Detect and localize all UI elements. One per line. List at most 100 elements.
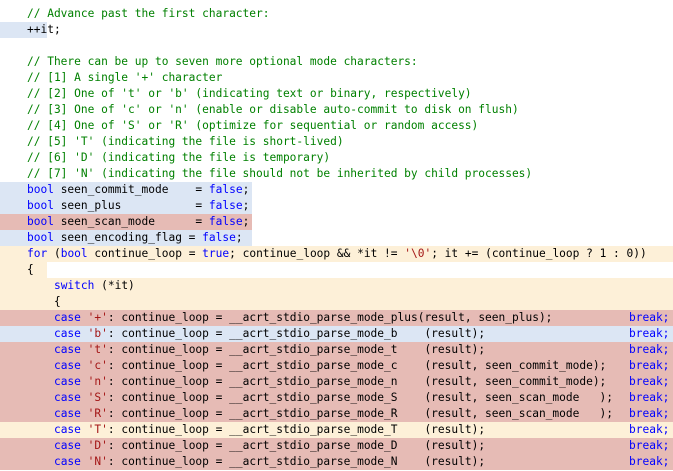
code-text: case 't': continue_loop = __acrt_stdio_p… (27, 342, 485, 358)
code-text: // Advance past the first character: (27, 6, 269, 22)
code-text: case 'T': continue_loop = __acrt_stdio_p… (27, 422, 485, 438)
token-default (81, 375, 88, 388)
code-line: // [1] A single '+' character (0, 70, 673, 86)
token-string: 't' (87, 343, 108, 356)
token-default: : continue_loop = __acrt_stdio_parse_mod… (107, 439, 486, 452)
token-default: ; (242, 199, 250, 212)
token-keyword: bool (27, 215, 54, 228)
code-text: case '+': continue_loop = __acrt_stdio_p… (27, 310, 552, 326)
token-comment: // [4] One of 'S' or 'R' (optimize for s… (27, 119, 479, 132)
token-keyword: case (53, 391, 81, 404)
break-keyword: break; (629, 407, 670, 420)
token-keyword: bool (60, 247, 88, 260)
token-keyword: case (53, 439, 81, 452)
token-comment: // Advance past the first character: (27, 7, 270, 20)
code-text: case 'D': continue_loop = __acrt_stdio_p… (27, 438, 485, 454)
code-text: bool seen_scan_mode = false; (27, 214, 249, 230)
token-keyword: case (53, 359, 81, 372)
token-keyword: switch (53, 279, 95, 292)
token-default (81, 359, 88, 372)
token-keyword: case (53, 343, 81, 356)
code-line: // [4] One of 'S' or 'R' (optimize for s… (0, 118, 673, 134)
token-default (27, 391, 54, 404)
code-line: case 'b': continue_loop = __acrt_stdio_p… (0, 326, 673, 342)
token-comment: // [6] 'D' (indicating the file is tempo… (27, 151, 331, 164)
code-text: // [1] A single '+' character (27, 70, 222, 86)
token-keyword: false (202, 231, 236, 244)
token-string: 'N' (87, 455, 108, 468)
token-keyword: false (208, 199, 243, 212)
token-default: : continue_loop = __acrt_stdio_parse_mod… (107, 391, 614, 404)
code-line: case '+': continue_loop = __acrt_stdio_p… (0, 310, 673, 326)
code-line: bool seen_encoding_flag = false; (0, 230, 673, 246)
token-string: 'R' (87, 407, 108, 420)
token-default (81, 423, 88, 436)
code-line: case 'N': continue_loop = __acrt_stdio_p… (0, 454, 673, 470)
break-keyword: break; (629, 343, 670, 356)
token-keyword: true (202, 247, 230, 260)
token-default: ; (242, 183, 250, 196)
break-keyword: break; (629, 327, 670, 340)
token-string: 'c' (87, 359, 108, 372)
token-comment: // [2] One of 't' or 'b' (indicating tex… (27, 87, 472, 100)
code-text: switch (*it) (27, 278, 135, 294)
token-default: seen_scan_mode = (53, 215, 209, 228)
token-default: seen_encoding_flag = (53, 231, 203, 244)
line-highlight (0, 262, 47, 278)
token-default (81, 455, 88, 468)
code-text: // [4] One of 'S' or 'R' (optimize for s… (27, 118, 478, 134)
code-text: // [7] 'N' (indicating the file should n… (27, 166, 532, 182)
token-default (81, 343, 88, 356)
token-default (81, 391, 88, 404)
code-line: bool seen_scan_mode = false; (0, 214, 673, 230)
token-default (27, 439, 54, 452)
code-line: // [3] One of 'c' or 'n' (enable or disa… (0, 102, 673, 118)
token-default: { (27, 263, 34, 276)
token-string: '\0' (404, 247, 432, 260)
code-line: for (bool continue_loop = true; continue… (0, 246, 673, 262)
token-string: 'T' (87, 423, 108, 436)
token-default: ; it += (continue_loop ? 1 : 0)) (431, 247, 647, 260)
code-line: bool seen_plus = false; (0, 198, 673, 214)
code-text: ++it; (27, 22, 61, 38)
token-default (27, 455, 54, 468)
token-string: 'b' (87, 327, 108, 340)
token-keyword: bool (27, 199, 54, 212)
token-default: ++it; (27, 23, 61, 36)
token-keyword: case (53, 375, 81, 388)
token-comment: // [7] 'N' (indicating the file should n… (27, 167, 533, 180)
code-text: // [6] 'D' (indicating the file is tempo… (27, 150, 330, 166)
code-line: case 'D': continue_loop = __acrt_stdio_p… (0, 438, 673, 454)
token-default: : continue_loop = __acrt_stdio_parse_mod… (107, 343, 486, 356)
code-line: case 'T': continue_loop = __acrt_stdio_p… (0, 422, 673, 438)
token-keyword: case (53, 327, 81, 340)
code-line: { (0, 294, 673, 310)
code-text: { (27, 294, 61, 310)
code-editor[interactable]: // Advance past the first character: ++it… (0, 0, 673, 471)
token-keyword: bool (27, 183, 54, 196)
token-comment: // [3] One of 'c' or 'n' (enable or disa… (27, 103, 519, 116)
code-text: bool seen_encoding_flag = false; (27, 230, 243, 246)
code-text: // [3] One of 'c' or 'n' (enable or disa… (27, 102, 519, 118)
code-text: case 'S': continue_loop = __acrt_stdio_p… (27, 390, 613, 406)
token-default: seen_plus = (53, 199, 209, 212)
code-text: bool seen_commit_mode = false; (27, 182, 249, 198)
break-keyword: break; (629, 423, 670, 436)
token-default: ; continue_loop && *it != (229, 247, 405, 260)
token-default (81, 439, 88, 452)
token-comment: // [5] 'T' (indicating the file is short… (27, 135, 344, 148)
token-default (27, 407, 54, 420)
token-string: 'S' (87, 391, 108, 404)
break-keyword: break; (629, 439, 670, 452)
token-default: : continue_loop = __acrt_stdio_parse_mod… (107, 359, 607, 372)
code-text: case 'n': continue_loop = __acrt_stdio_p… (27, 374, 606, 390)
code-text: case 'R': continue_loop = __acrt_stdio_p… (27, 406, 613, 422)
token-default (27, 423, 54, 436)
token-default: { (27, 295, 61, 308)
token-default: : continue_loop = __acrt_stdio_parse_mod… (107, 375, 607, 388)
code-line: // [7] 'N' (indicating the file should n… (0, 166, 673, 182)
code-line: // [2] One of 't' or 'b' (indicating tex… (0, 86, 673, 102)
token-default: : continue_loop = __acrt_stdio_parse_mod… (107, 327, 486, 340)
code-line: case 'c': continue_loop = __acrt_stdio_p… (0, 358, 673, 374)
token-default: ; (242, 215, 250, 228)
